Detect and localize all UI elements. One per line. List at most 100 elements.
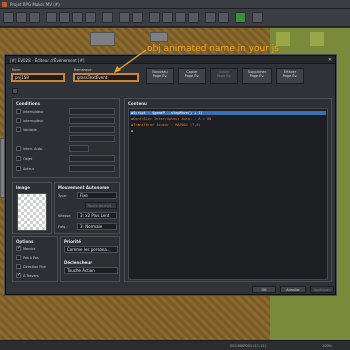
walking-checkbox[interactable]: [16, 245, 21, 251]
content-header: Contenu: [128, 101, 147, 106]
movement-type-select[interactable]: Fixe: [77, 192, 117, 199]
self-switch-select[interactable]: [69, 145, 89, 152]
app-icon: [2, 2, 7, 7]
open-project-icon[interactable]: [16, 12, 27, 23]
actor-label: Acteur: [23, 167, 35, 171]
status-zoom: 100%: [322, 344, 333, 348]
new-page-button[interactable]: Nouveau Page Év.: [146, 68, 174, 84]
command-line[interactable]: ◆Transférer Joueur : MAP001 (7,8): [131, 123, 201, 127]
delete-page-button[interactable]: Supprimer Page Év.: [242, 68, 272, 84]
zoom-icon[interactable]: [252, 12, 263, 23]
pencil-tool-icon[interactable]: [149, 12, 160, 23]
variable-select[interactable]: [69, 126, 115, 133]
conditions-header: Conditions: [16, 101, 41, 106]
page-tab-1[interactable]: [12, 88, 18, 94]
variable-value-field[interactable]: [69, 135, 115, 142]
walking-label: Marche: [23, 247, 36, 251]
note-label: Remarque:: [74, 68, 93, 72]
ellipse-tool-icon[interactable]: [175, 12, 186, 23]
image-group: Image: [12, 182, 52, 234]
map-tile: [150, 32, 168, 42]
event-editor-dialog: [#] EV028 - Éditeur d'Évènement [#] ✕ No…: [5, 55, 336, 295]
rectangle-tool-icon[interactable]: [162, 12, 173, 23]
plugin-manager-icon[interactable]: [218, 12, 229, 23]
movement-speed-select[interactable]: 3: x2 Plus Lent: [77, 212, 117, 219]
dialog-titlebar: [#] EV028 - Éditeur d'Évènement [#] ✕: [6, 56, 335, 64]
paste-icon[interactable]: [72, 12, 83, 23]
priority-select[interactable]: Comme les persona...: [64, 246, 118, 253]
switch1-checkbox[interactable]: [16, 109, 21, 114]
variable-label: Variable: [23, 128, 37, 132]
movement-route-button[interactable]: Route de mvt...: [85, 202, 117, 209]
event-image-preview[interactable]: [17, 193, 47, 231]
delete-icon[interactable]: [85, 12, 96, 23]
self-switch-checkbox[interactable]: [16, 146, 21, 151]
movement-header: Mouvement Autonome: [58, 185, 110, 190]
status-bar: 001:MAP001 (11,11) 100%: [0, 340, 350, 350]
self-switch-label: Interr. Auto.: [23, 147, 44, 151]
app-titlebar: Projet RPG Maker MV (#): [0, 0, 350, 9]
direction-fix-label: Direction Fixe: [23, 265, 47, 269]
movement-speed-label: Vitesse:: [58, 214, 72, 218]
item-checkbox[interactable]: [16, 156, 21, 161]
cancel-button[interactable]: Annuler: [280, 286, 306, 293]
app-title: Projet RPG Maker MV (#): [10, 2, 60, 7]
movement-group: Mouvement Autonome Type: Fixe Route de m…: [54, 182, 120, 234]
copy-icon[interactable]: [59, 12, 70, 23]
command-line[interactable]: ◆Script : $gameP...stepMove() + 1): [130, 111, 326, 115]
stepping-checkbox[interactable]: [16, 255, 21, 260]
annotation-text: obj animated name in your js: [147, 44, 279, 54]
status-map: 001:MAP001 (11,11): [230, 344, 266, 348]
variable-checkbox[interactable]: [16, 127, 21, 132]
command-line-empty[interactable]: ◆: [131, 129, 133, 133]
save-project-icon[interactable]: [29, 12, 40, 23]
through-checkbox[interactable]: [16, 272, 21, 278]
item-select[interactable]: [69, 155, 115, 162]
new-project-icon[interactable]: [3, 12, 14, 23]
clear-page-button[interactable]: Effacer Page Év.: [276, 68, 304, 84]
trigger-header: Déclencheur: [64, 260, 93, 265]
stepping-label: Pas à Pas: [23, 256, 39, 260]
priority-header: Priorité: [64, 239, 81, 244]
ok-button[interactable]: OK: [252, 286, 276, 293]
conditions-group: Conditions Interrupteur Interrupteur Var…: [12, 98, 120, 178]
trigger-select[interactable]: Touche Action: [64, 267, 118, 274]
playtest-icon[interactable]: [235, 12, 246, 23]
copy-page-button[interactable]: Copier Page Év.: [178, 68, 206, 84]
note-field[interactable]: grassTextEvent: [74, 74, 138, 81]
options-header: Options: [16, 239, 34, 244]
movement-type-label: Type:: [58, 194, 67, 198]
command-line[interactable]: ◆Contrôler Interrupteur Auto. : A = ON: [131, 117, 211, 121]
through-label: À Travers: [23, 274, 39, 278]
close-icon[interactable]: ✕: [327, 57, 333, 63]
fill-tool-icon[interactable]: [188, 12, 199, 23]
switch1-select[interactable]: [69, 108, 115, 115]
name-label: Nom:: [12, 68, 22, 72]
movement-freq-select[interactable]: 3: Normale: [77, 223, 117, 230]
content-group: Contenu ◆Script : $gameP...stepMove() + …: [124, 98, 332, 282]
dialog-title: [#] EV028 - Éditeur d'Évènement [#]: [10, 58, 85, 63]
switch1-label: Interrupteur: [23, 110, 44, 114]
paste-page-button[interactable]: Coller Page Év.: [210, 68, 238, 84]
actor-checkbox[interactable]: [16, 166, 21, 171]
map-mode-icon[interactable]: [119, 12, 130, 23]
map-tile: [90, 32, 115, 46]
event-mode-icon[interactable]: [132, 12, 143, 23]
main-toolbar: [0, 9, 350, 27]
image-header: Image: [16, 185, 30, 190]
switch2-select[interactable]: [69, 117, 115, 124]
name-field[interactable]: pnj158: [12, 74, 64, 81]
tileset-tile[interactable]: [310, 32, 324, 46]
movement-freq-label: Fréq.:: [58, 225, 68, 229]
apply-button[interactable]: Appliquer: [310, 286, 334, 293]
cut-icon[interactable]: [46, 12, 57, 23]
priority-trigger-group: Priorité Comme les persona... Déclencheu…: [60, 236, 120, 282]
event-command-list[interactable]: ◆Script : $gameP...stepMove() + 1) ◆Cont…: [128, 108, 328, 280]
undo-icon[interactable]: [102, 12, 113, 23]
switch2-checkbox[interactable]: [16, 118, 21, 123]
database-icon[interactable]: [205, 12, 216, 23]
direction-fix-checkbox[interactable]: [16, 264, 21, 269]
options-group: Options Marche Pas à Pas Direction Fixe …: [12, 236, 58, 282]
actor-select[interactable]: [69, 165, 115, 172]
item-label: Objet: [23, 157, 33, 161]
